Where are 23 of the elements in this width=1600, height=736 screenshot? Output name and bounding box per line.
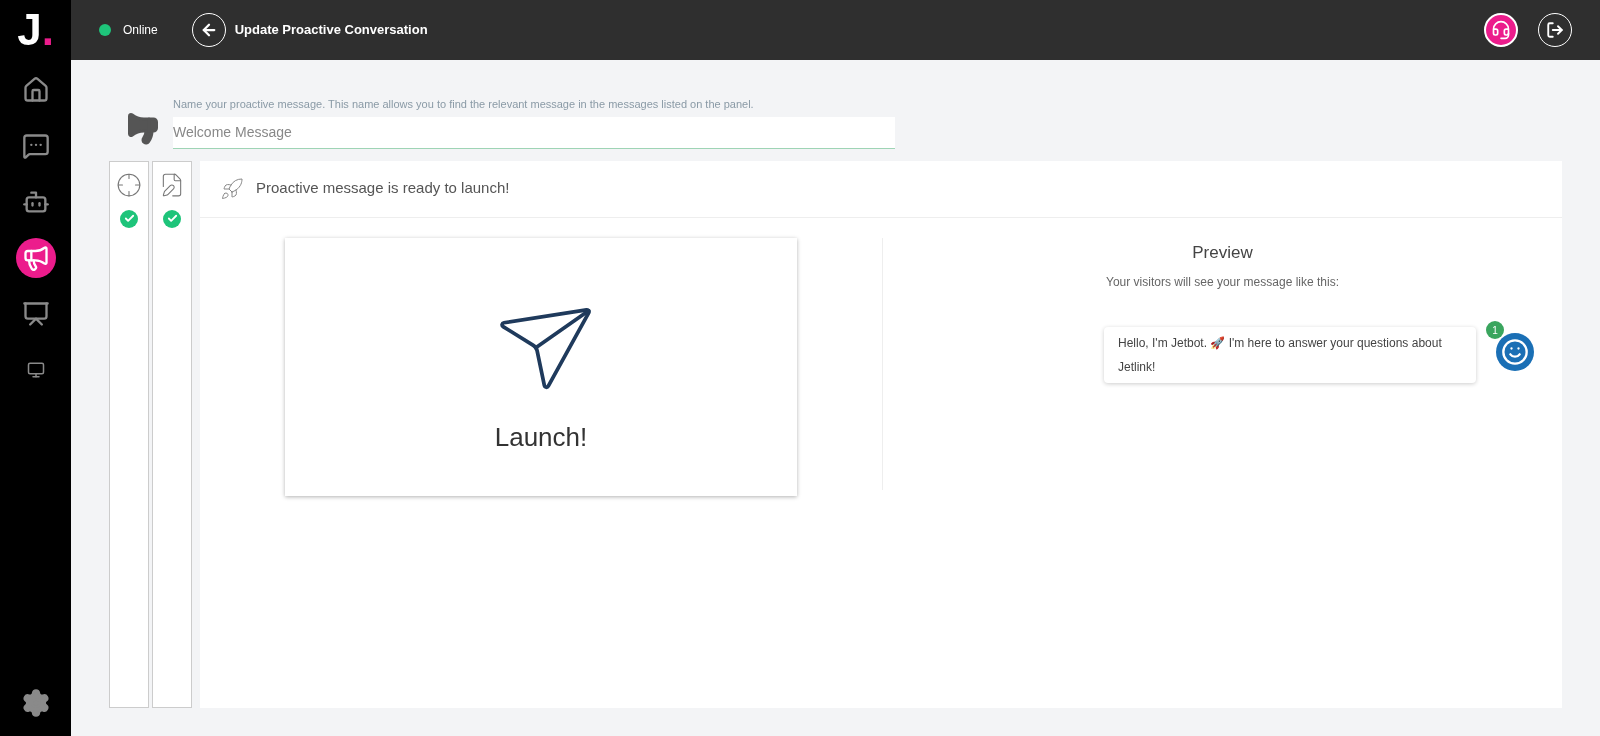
page-title: Update Proactive Conversation <box>234 21 428 40</box>
monitor-icon <box>26 361 45 379</box>
headset-icon <box>1491 20 1511 40</box>
notification-badge: 1 <box>1486 321 1504 339</box>
settings-icon <box>20 688 51 718</box>
name-hint: Name your proactive message. This name allows you to find the relevant message in the messages listed on the panel. <box>173 97 755 112</box>
launch-card[interactable]: Launch! <box>285 237 797 496</box>
chat-launcher-icon[interactable] <box>1496 333 1534 371</box>
preview-title: Preview <box>1192 241 1253 264</box>
panel-heading: Proactive message is ready to launch! <box>256 178 510 199</box>
chat-bubbles-icon <box>21 132 50 160</box>
sidebar-item[interactable] <box>15 238 56 278</box>
logout-icon <box>1546 21 1564 39</box>
logo[interactable]: J. <box>17 0 54 60</box>
home-icon <box>21 76 50 104</box>
rocket-icon <box>220 176 244 201</box>
presenter-icon <box>21 300 50 328</box>
message-name-field[interactable]: Welcome Message <box>173 116 895 149</box>
status-label: Online <box>123 22 158 39</box>
support-button[interactable] <box>1484 13 1518 47</box>
preview-subtitle: Your visitors will see your message like this: <box>1106 274 1339 291</box>
settings-button[interactable] <box>20 688 51 718</box>
chat-message-bubble: Hello, I'm Jetbot. 🚀 I'm here to answer your questions about Jetlink! <box>1104 327 1476 383</box>
